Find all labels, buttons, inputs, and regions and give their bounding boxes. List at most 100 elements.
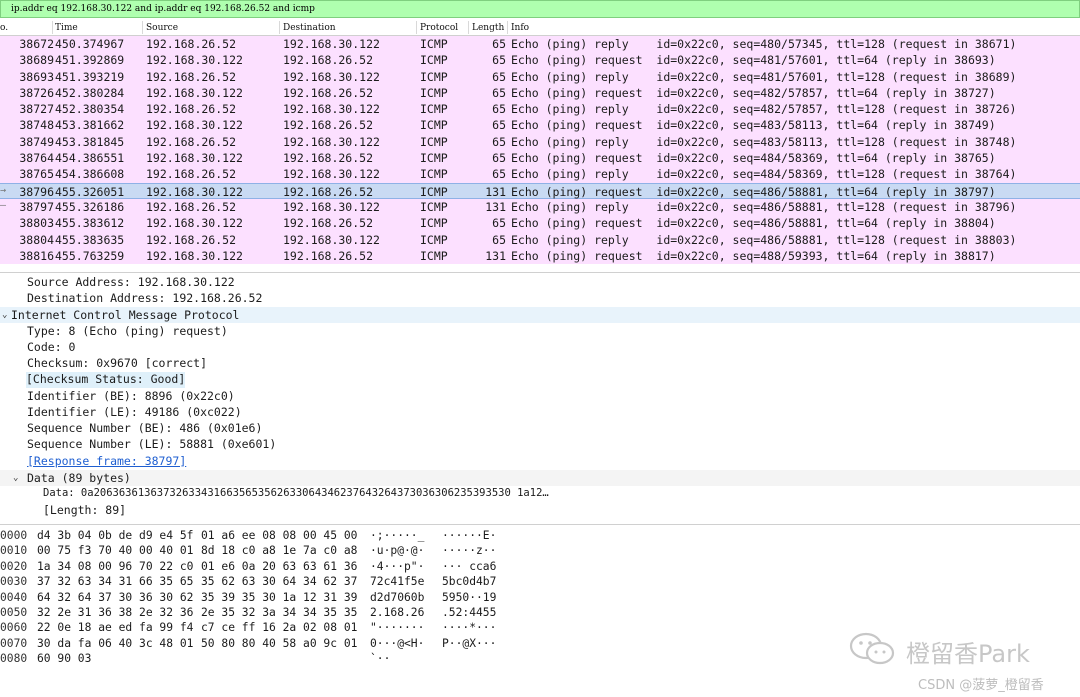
- byte-hex-group[interactable]: d4 3b 04 0b de d9 e4 5f: [37, 529, 193, 544]
- packet-destination: 192.168.30.122: [283, 232, 380, 247]
- packet-row[interactable]: 38693 451.393219 192.168.26.52 192.168.30.1…: [0, 68, 1080, 85]
- byte-hex-group[interactable]: 1a 34 08 00 96 70 22 c0: [37, 560, 193, 575]
- detail-icmp-code[interactable]: Code: 0: [27, 340, 75, 356]
- packet-row[interactable]: 38765 454.386608 192.168.26.52 192.168.30.1…: [0, 166, 1080, 183]
- detail-data-row[interactable]: ⌄ Data (89 bytes): [0, 470, 1080, 487]
- byte-hex-group[interactable]: 64 32 64 37 30 36 30 62: [37, 591, 193, 606]
- byte-hex-group[interactable]: 50 80 80 40 58 a0 9c 01: [201, 637, 357, 652]
- byte-offset[interactable]: 0070: [0, 637, 30, 652]
- byte-hex-group[interactable]: 01 e6 0a 20 63 63 61 36: [201, 560, 357, 575]
- detail-sequence-le[interactable]: Sequence Number (LE): 58881 (0xe601): [27, 437, 276, 453]
- column-header-length[interactable]: Length: [472, 23, 504, 33]
- byte-hex-group[interactable]: 22 0e 18 ae ed fa 99 f4: [37, 621, 193, 636]
- packet-length: 65: [492, 232, 506, 247]
- detail-data-value[interactable]: Data: 0a20636361363732633431663565356263…: [43, 487, 549, 503]
- packet-info: Echo (ping) reply id=0x22c0, seq=480/573…: [511, 37, 1017, 51]
- packet-info: Echo (ping) request id=0x22c0, seq=486/5…: [511, 184, 996, 199]
- byte-ascii-group[interactable]: ·u·p@·@·: [370, 544, 424, 559]
- packet-protocol: ICMP: [420, 37, 448, 51]
- packet-bytes-pane[interactable]: 0000 d4 3b 04 0b de d9 e4 5f 01 a6 ee 08 0…: [0, 524, 1080, 697]
- byte-ascii-group[interactable]: 72c41f5e: [370, 575, 424, 590]
- packet-source: 192.168.26.52: [146, 102, 237, 117]
- detail-sequence-be[interactable]: Sequence Number (BE): 486 (0x01e6): [27, 421, 262, 437]
- detail-source-address[interactable]: Source Address: 192.168.30.122: [27, 275, 235, 291]
- packet-source: 192.168.26.52: [146, 134, 237, 149]
- byte-hex-group[interactable]: 2e 35 32 3a 34 34 35 35: [201, 606, 357, 621]
- packet-source: 192.168.26.52: [146, 199, 237, 214]
- column-header-destination[interactable]: Destination: [283, 23, 336, 33]
- byte-hex-group[interactable]: 35 39 35 30 1a 12 31 39: [201, 591, 357, 606]
- column-header-no[interactable]: o.: [0, 23, 8, 33]
- byte-ascii-group[interactable]: ····*···: [442, 621, 496, 636]
- byte-hex-group[interactable]: 35 62 63 30 64 34 62 37: [201, 575, 357, 590]
- collapse-arrow-icon[interactable]: ⌄: [2, 310, 7, 320]
- byte-ascii-group[interactable]: .52:4455: [442, 606, 496, 621]
- display-filter-input[interactable]: ip.addr eq 192.168.30.122 and ip.addr eq…: [1, 4, 315, 14]
- column-header-info[interactable]: Info: [511, 23, 529, 33]
- packet-row[interactable]: — 38797 455.326186 192.168.26.52 192.168.30.…: [0, 198, 1080, 216]
- byte-ascii-group[interactable]: ·4···p"·: [370, 560, 424, 575]
- byte-hex-group[interactable]: c7 ce ff 16 2a 02 08 01: [201, 621, 357, 636]
- detail-destination-address[interactable]: Destination Address: 192.168.26.52: [27, 291, 262, 307]
- byte-offset[interactable]: 0080: [0, 652, 30, 667]
- byte-hex-group[interactable]: 60 90 03: [37, 652, 91, 667]
- byte-ascii-group[interactable]: "·······: [370, 621, 424, 636]
- packet-row[interactable]: → 38796 455.326051 192.168.30.122 192.168.26…: [0, 182, 1080, 199]
- byte-offset[interactable]: 0060: [0, 621, 30, 636]
- byte-ascii-group[interactable]: ·····z··: [442, 544, 496, 559]
- packet-row[interactable]: 38727 452.380354 192.168.26.52 192.168.30.1…: [0, 101, 1080, 118]
- byte-hex-group[interactable]: 8d 18 c0 a8 1e 7a c0 a8: [201, 544, 357, 559]
- byte-hex-group[interactable]: 30 da fa 06 40 3c 48 01: [37, 637, 193, 652]
- byte-ascii-group[interactable]: d2d7060b: [370, 591, 424, 606]
- byte-ascii-group[interactable]: 2.168.26: [370, 606, 424, 621]
- packet-time: 455.326186: [55, 199, 125, 214]
- byte-ascii-group[interactable]: 5bc0d4b7: [442, 575, 496, 590]
- byte-offset[interactable]: 0050: [0, 606, 30, 621]
- column-header-time[interactable]: Time: [55, 23, 78, 33]
- packet-row[interactable]: 38764 454.386551 192.168.30.122 192.168.26.…: [0, 150, 1080, 167]
- packet-details-pane[interactable]: Source Address: 192.168.30.122 Destinati…: [0, 272, 1080, 522]
- byte-ascii-group[interactable]: 0···@<H·: [370, 637, 424, 652]
- byte-hex-group[interactable]: 32 2e 31 36 38 2e 32 36: [37, 606, 193, 621]
- packet-row[interactable]: 38804 455.383635 192.168.26.52 192.168.30.1…: [0, 231, 1080, 248]
- byte-hex-group[interactable]: 00 75 f3 70 40 00 40 01: [37, 544, 193, 559]
- packet-length: 131: [485, 248, 506, 263]
- byte-offset[interactable]: 0040: [0, 591, 30, 606]
- byte-offset[interactable]: 0020: [0, 560, 30, 575]
- byte-ascii-group[interactable]: ··· cca6: [442, 560, 496, 575]
- packet-row[interactable]: 38803 455.383612 192.168.30.122 192.168.26.…: [0, 215, 1080, 232]
- packet-row[interactable]: 38726 452.380284 192.168.30.122 192.168.26.…: [0, 84, 1080, 102]
- packet-protocol: ICMP: [420, 102, 448, 117]
- packet-row[interactable]: 38689 451.392869 192.168.30.122 192.168.26.…: [0, 52, 1080, 69]
- column-header-source[interactable]: Source: [146, 23, 178, 33]
- packet-row[interactable]: 38672 450.374967 192.168.26.52 192.168.30.1…: [0, 36, 1080, 53]
- packet-row[interactable]: 38749 453.381845 192.168.26.52 192.168.30.1…: [0, 133, 1080, 151]
- packet-number: 38749: [19, 134, 54, 149]
- byte-ascii-group[interactable]: ······E·: [442, 529, 496, 544]
- byte-ascii-group[interactable]: 5950··19: [442, 591, 496, 606]
- byte-hex-group[interactable]: 37 32 63 34 31 66 35 65: [37, 575, 193, 590]
- collapse-arrow-icon[interactable]: ⌄: [13, 473, 18, 483]
- packet-protocol: ICMP: [420, 167, 448, 182]
- byte-hex-group[interactable]: 01 a6 ee 08 08 00 45 00: [201, 529, 357, 544]
- response-frame-link[interactable]: [Response frame: 38797]: [27, 454, 186, 470]
- detail-identifier-le[interactable]: Identifier (LE): 49186 (0xc022): [27, 405, 242, 421]
- byte-ascii-group[interactable]: P··@X···: [442, 637, 496, 652]
- column-header-protocol[interactable]: Protocol: [420, 23, 458, 33]
- packet-source: 192.168.26.52: [146, 37, 237, 51]
- byte-ascii-group[interactable]: ·;·····_: [370, 529, 424, 544]
- packet-row[interactable]: 38748 453.381662 192.168.30.122 192.168.26.…: [0, 117, 1080, 134]
- packet-row[interactable]: 38816 455.763259 192.168.30.122 192.168.26.…: [0, 247, 1080, 265]
- display-filter-bar[interactable]: ip.addr eq 192.168.30.122 and ip.addr eq…: [0, 0, 1080, 18]
- byte-offset[interactable]: 0030: [0, 575, 30, 590]
- detail-data-length[interactable]: [Length: 89]: [43, 503, 126, 519]
- detail-identifier-be[interactable]: Identifier (BE): 8896 (0x22c0): [27, 389, 235, 405]
- detail-checksum[interactable]: Checksum: 0x9670 [correct]: [27, 356, 207, 372]
- byte-offset[interactable]: 0010: [0, 544, 30, 559]
- detail-icmp-type[interactable]: Type: 8 (Echo (ping) request): [27, 324, 228, 340]
- detail-checksum-status[interactable]: [Checksum Status: Good]: [26, 372, 186, 389]
- detail-icmp-row[interactable]: ⌄ Internet Control Message Protocol: [0, 307, 1080, 324]
- packet-list-pane[interactable]: o. Time Source Destination Protocol Leng…: [0, 19, 1080, 270]
- byte-ascii-group[interactable]: `··: [370, 652, 390, 667]
- byte-offset[interactable]: 0000: [0, 529, 30, 544]
